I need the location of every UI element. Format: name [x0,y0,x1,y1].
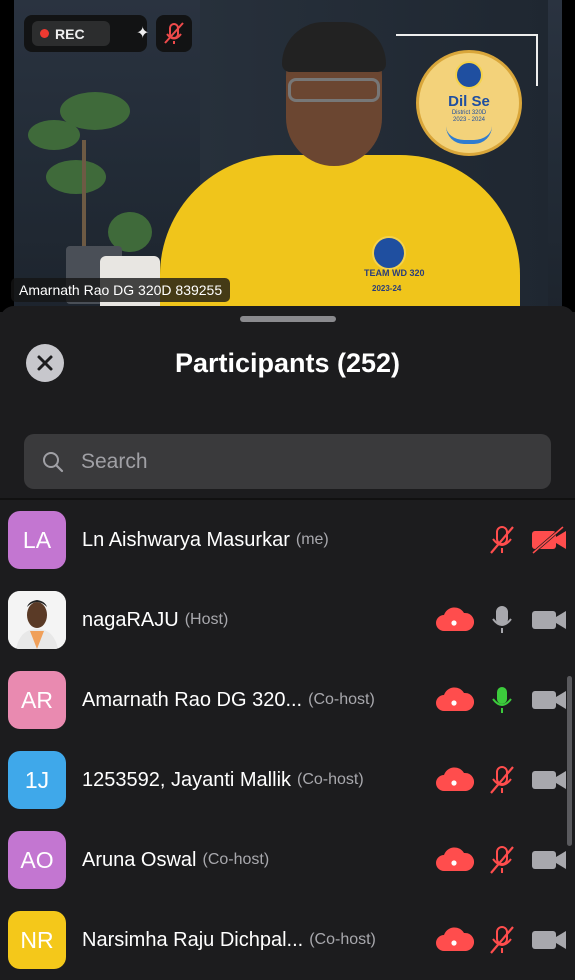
participant-name: Ln Aishwarya Masurkar (me) [82,500,329,580]
participant-role: (me) [295,531,329,548]
rec-label: REC [55,25,85,42]
participant-name: Amarnath Rao DG 320... (Co-host) [82,660,375,740]
scrollbar[interactable] [567,676,572,846]
participant-row[interactable]: 1J 1253592, Jayanti Mallik (Co-host) [0,740,575,820]
mic-icon[interactable] [486,604,518,636]
mic-icon[interactable] [486,684,518,716]
participant-role: (Co-host) [309,931,376,948]
participant-row[interactable]: AR Amarnath Rao DG 320... (Co-host) [0,660,575,740]
district-logo: Dil Se District 320D 2023 - 2024 [416,50,522,156]
speaker-name-tag: Amarnath Rao DG 320D 839255 [11,278,231,302]
lions-emblem-icon [455,61,483,89]
sheet-grabber[interactable] [240,316,336,322]
cloud-record-icon [434,684,474,716]
video-off-icon[interactable] [530,524,568,556]
mic-off-icon[interactable] [486,524,518,556]
participant-name-text: Amarnath Rao DG 320... [82,688,303,711]
participant-row[interactable]: nagaRAJU (Host) [0,580,575,660]
participant-name: Narsimha Raju Dichpal... (Co-host) [82,900,376,980]
record-dot-icon [40,29,49,38]
mic-off-icon[interactable] [486,844,518,876]
video-camera-icon[interactable] [530,844,568,876]
close-button[interactable] [26,344,64,382]
video-camera-icon[interactable] [530,684,568,716]
avatar: AR [8,671,66,729]
participant-name-text: Aruna Oswal [82,848,197,871]
participant-name: nagaRAJU (Host) [82,580,228,660]
avatar-photo-icon [8,591,66,649]
shirt-text-year: 2023-24 [372,284,402,293]
participant-role: (Co-host) [308,691,375,708]
lions-badge-icon [372,236,406,270]
plant-leaves [46,160,106,194]
video-feed[interactable]: TEAM WD 320 2023-24 Dil Se District 320D… [0,0,575,312]
participant-role: (Co-host) [202,851,270,868]
mic-off-icon[interactable] [486,764,518,796]
recording-indicator[interactable]: REC ✦ [24,15,149,52]
avatar [8,591,66,649]
hands-icon [446,126,492,144]
participant-row[interactable]: NR Narsimha Raju Dichpal... (Co-host) [0,900,575,980]
avatar: LA [8,511,66,569]
participant-name-text: 1253592, Jayanti Mallik [82,768,292,791]
sparkle-icon[interactable]: ✦ [136,23,149,43]
video-camera-icon[interactable] [530,764,568,796]
plant-leaves [60,92,130,130]
participant-name: Aruna Oswal (Co-host) [82,820,269,900]
participant-name-text: Ln Aishwarya Masurkar [82,528,290,551]
shirt-text: TEAM WD 320 [364,268,425,278]
search-input[interactable] [79,448,523,475]
video-camera-icon[interactable] [530,924,568,956]
search-icon [43,451,64,472]
logo-district: District 320D [451,110,487,116]
video-camera-icon[interactable] [530,604,568,636]
participant-name-text: nagaRAJU [82,608,179,631]
cloud-record-icon [434,924,474,956]
avatar: NR [8,911,66,969]
participants-title: Participants (252) [174,348,401,378]
speaker-glasses [288,78,380,102]
participant-name: 1253592, Jayanti Mallik (Co-host) [82,740,364,820]
avatar: 1J [8,751,66,809]
logo-title: Dil Se [448,93,490,110]
rec-badge[interactable]: REC [32,21,110,46]
avatar: AO [8,831,66,889]
mic-off-icon[interactable] [486,924,518,956]
participant-role: (Co-host) [297,771,364,788]
participant-role: (Host) [184,611,229,628]
cloud-record-icon [434,844,474,876]
participant-row[interactable]: LA Ln Aishwarya Masurkar (me) [0,500,575,580]
speaker-mute-status [156,15,192,52]
close-icon [37,355,53,371]
cloud-record-icon [434,604,474,636]
cloud-record-icon [434,764,474,796]
plant-stem [82,140,86,248]
mic-off-icon [164,22,184,44]
search-bar[interactable] [24,434,551,489]
logo-year: 2023 - 2024 [452,117,486,123]
participant-row[interactable]: AO Aruna Oswal (Co-host) [0,820,575,900]
participant-name-text: Narsimha Raju Dichpal... [82,928,304,951]
